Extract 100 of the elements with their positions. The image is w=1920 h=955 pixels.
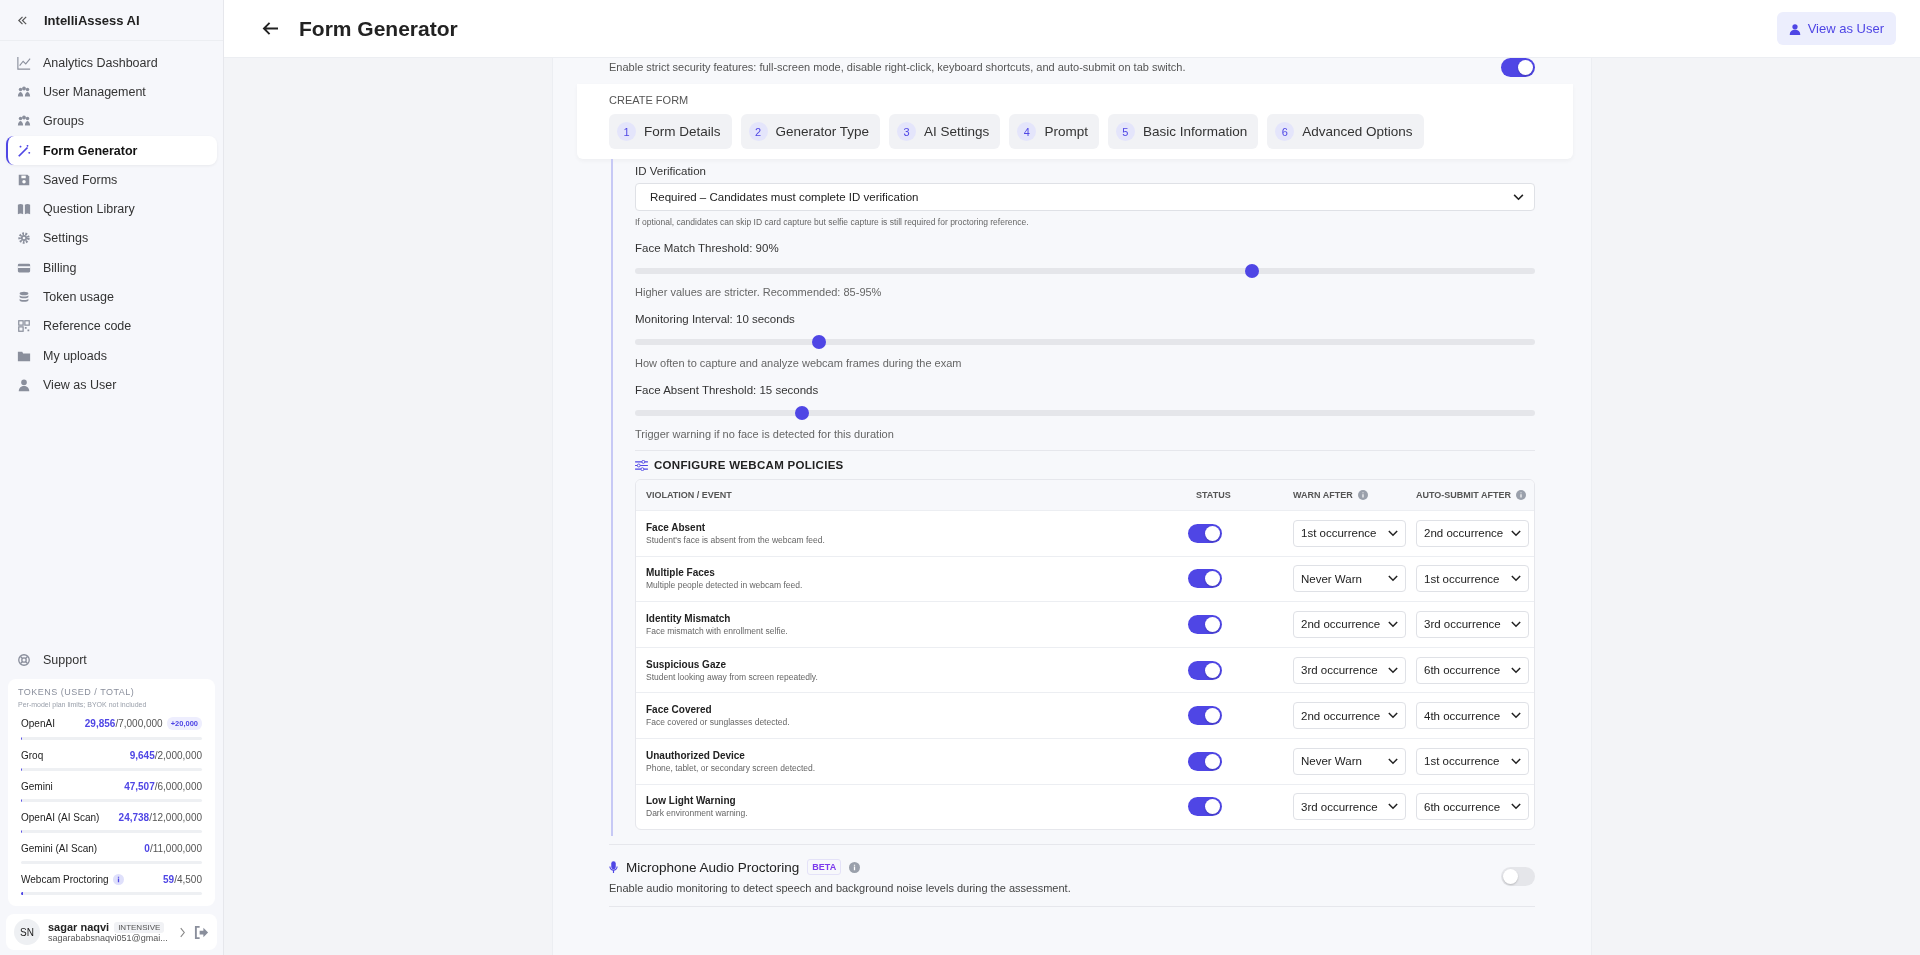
step-tab[interactable]: 2 Generator Type: [740, 114, 881, 149]
nav-item[interactable]: Analytics Dashboard: [6, 48, 217, 78]
tokens-used: 0: [144, 843, 150, 854]
nav-item[interactable]: Groups: [6, 106, 217, 136]
help-text: If optional, candidates can skip ID card capture but selfie capture is still required for proctoring reference.: [635, 217, 1030, 227]
logout-icon[interactable]: [194, 924, 209, 940]
tokens-used: 24,738: [118, 812, 150, 823]
nav-item[interactable]: User Management: [6, 77, 217, 107]
help-text: Trigger warning if no face is detected for this duration: [635, 428, 895, 440]
step-tab[interactable]: 5 Basic Information: [1107, 114, 1259, 149]
violation-description: Phone, tablet, or secondary screen detected.: [646, 762, 817, 773]
dropdown[interactable]: 2nd occurrence: [1416, 519, 1529, 547]
chevron-down-icon: [1388, 666, 1398, 674]
dropdown[interactable]: 2nd occurrence: [1293, 702, 1406, 730]
toggle-switch[interactable]: [1188, 797, 1222, 817]
tokens-total: /11,000,000: [149, 843, 202, 854]
nav-icon: [17, 231, 31, 246]
nav-item[interactable]: Settings: [6, 223, 217, 254]
support-link[interactable]: Support: [6, 645, 217, 675]
dropdown[interactable]: Never Warn: [1293, 565, 1406, 593]
slider-thumb[interactable]: [1245, 264, 1260, 278]
violation-name: Unauthorized Device: [646, 749, 746, 761]
nav-icon: [17, 172, 31, 187]
dropdown[interactable]: 3rd occurrence: [1293, 793, 1406, 821]
back-arrow-icon[interactable]: [262, 21, 279, 36]
slider-thumb[interactable]: [795, 406, 810, 420]
chevron-down-icon: [1511, 803, 1521, 811]
dropdown[interactable]: 6th occurrence: [1416, 656, 1529, 684]
user-card[interactable]: SN sagar naqvi INTENSIVE sagarababsnaqvi051@gmai...: [6, 914, 217, 950]
step-tab[interactable]: 3 AI Settings: [889, 114, 1001, 149]
dropdown[interactable]: Never Warn: [1293, 747, 1406, 775]
toggle-switch[interactable]: [1188, 615, 1222, 634]
chevron-down-icon: [1388, 575, 1398, 583]
token-usage-title: TOKENS (USED / TOTAL): [18, 687, 136, 697]
dropdown[interactable]: 3rd occurrence: [1293, 656, 1406, 684]
chevron-down-icon: [1388, 803, 1398, 811]
nav-item[interactable]: Saved Forms: [6, 165, 217, 195]
toggle-switch[interactable]: [1501, 58, 1535, 77]
field-label: ID Verification: [635, 165, 707, 177]
tokens-total: /7,000,000: [115, 718, 163, 729]
microphone-icon: [609, 860, 618, 874]
toggle-switch[interactable]: [1501, 867, 1535, 887]
chevron-down-icon: [1388, 529, 1398, 537]
chevron-right-icon[interactable]: [179, 926, 186, 938]
step-tab[interactable]: 4 Prompt: [1009, 114, 1099, 149]
section-title: Microphone Audio Proctoring: [626, 859, 800, 875]
model-name: Groq: [21, 750, 44, 761]
nav-item[interactable]: Form Generator: [6, 135, 217, 166]
toggle-switch[interactable]: [1188, 660, 1222, 680]
chevron-down-icon: [1511, 621, 1521, 628]
nav-item[interactable]: Question Library: [6, 194, 217, 224]
dropdown[interactable]: 1st occurrence: [1416, 565, 1529, 593]
view-as-user-button[interactable]: View as User: [1776, 12, 1896, 45]
step-tab[interactable]: 1 Form Details: [609, 114, 732, 149]
chevron-down-icon: [1388, 712, 1398, 720]
dropdown[interactable]: 3rd occurrence: [1416, 611, 1529, 638]
nav-item[interactable]: Token usage: [6, 282, 217, 312]
violation-description: Face mismatch with enrollment selfie.: [646, 626, 789, 636]
nav-item[interactable]: Billing: [6, 253, 217, 283]
nav-item[interactable]: My uploads: [6, 340, 217, 371]
nav-icon: [17, 202, 31, 217]
page-title: Form Generator: [299, 16, 458, 41]
toggle-switch[interactable]: [1188, 523, 1222, 543]
dropdown[interactable]: 4th occurrence: [1416, 702, 1529, 730]
model-name: Gemini: [21, 781, 53, 792]
toggle-switch[interactable]: [1188, 706, 1222, 726]
collapse-icon[interactable]: [17, 14, 28, 26]
nav-icon: [17, 55, 31, 70]
nav-item[interactable]: Reference code: [6, 311, 217, 341]
chevron-down-icon: [1511, 666, 1521, 674]
violation-name: Face Covered: [646, 704, 713, 716]
violation-name: Multiple Faces: [646, 567, 716, 579]
violation-name: Identity Mismatch: [646, 613, 732, 624]
nav-icon: [17, 377, 31, 392]
tokens-total: /6,000,000: [154, 781, 202, 792]
help-text: How often to capture and analyze webcam frames during the exam: [635, 357, 963, 369]
dropdown[interactable]: 6th occurrence: [1416, 793, 1529, 821]
dropdown[interactable]: 1st occurrence: [1293, 519, 1406, 547]
slider-thumb[interactable]: [811, 335, 826, 349]
tokens-used: 59: [163, 874, 175, 885]
section-description: Enable audio monitoring to detect speech and background noise levels during the assessment.: [609, 882, 1072, 895]
lifebuoy-icon: [17, 653, 31, 668]
toggle-switch[interactable]: [1188, 751, 1222, 771]
dropdown[interactable]: 2nd occurrence: [1293, 611, 1406, 638]
nav-icon: [17, 143, 31, 158]
model-name: OpenAI: [21, 718, 55, 729]
chevron-down-icon: [1511, 575, 1521, 583]
violation-name: Suspicious Gaze: [646, 658, 728, 670]
dropdown[interactable]: Required – Candidates must complete ID verification: [635, 183, 1535, 211]
toggle-switch[interactable]: [1188, 569, 1222, 589]
nav-item[interactable]: View as User: [6, 370, 217, 400]
column-header: AUTO-SUBMIT AFTER: [1416, 490, 1511, 500]
nav-icon: [17, 290, 31, 304]
step-tab[interactable]: 6 Advanced Options: [1267, 114, 1424, 149]
violation-description: Face covered or sunglasses detected.: [646, 717, 791, 728]
info-icon[interactable]: [112, 874, 124, 885]
sliders-icon: [635, 459, 648, 471]
chevron-down-icon: [1511, 757, 1521, 765]
dropdown[interactable]: 1st occurrence: [1416, 747, 1529, 775]
user-name: sagar naqvi: [48, 921, 110, 933]
